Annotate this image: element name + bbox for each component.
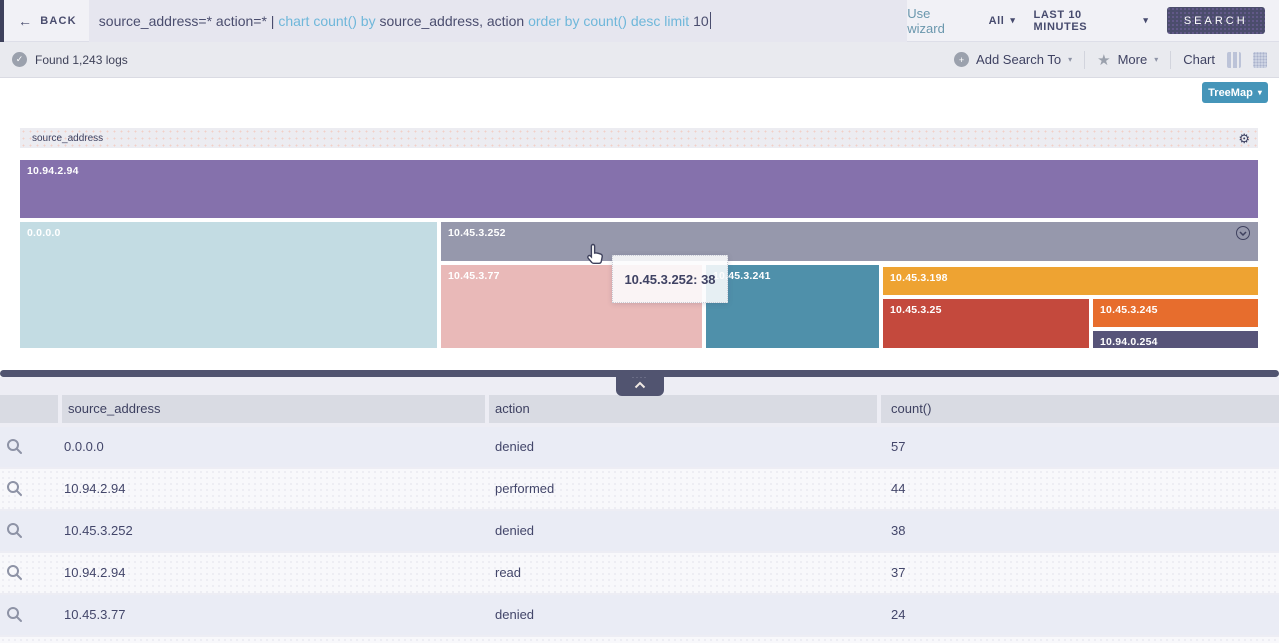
treemap-node-label: 10.94.0.254 [1100, 336, 1158, 348]
cell-source-address: 10.94.2.94 [58, 469, 485, 509]
search-query-input[interactable]: source_address=* action=* | chart count(… [89, 0, 907, 42]
more-label: More [1118, 52, 1148, 67]
table-row[interactable]: 10.45.3.252 denied 38 [0, 511, 1279, 551]
back-arrow-icon: ← [18, 13, 33, 29]
cell-count: 57 [881, 427, 1279, 467]
chart-type-dropdown[interactable]: TreeMap ▾ [1202, 82, 1268, 103]
chevron-down-icon: ▾ [1143, 15, 1148, 26]
cell-source-address: 10.45.3.77 [58, 595, 485, 635]
table-row[interactable]: 0.0.0.0 denied 57 [0, 427, 1279, 467]
partial-next-row [0, 637, 1279, 643]
cell-count: 38 [881, 511, 1279, 551]
add-search-to-dropdown[interactable]: + Add Search To ▾ [954, 52, 1072, 67]
magnifier-icon[interactable] [6, 480, 23, 502]
cell-action: performed [489, 469, 877, 509]
log-search-app: ← BACK source_address=* action=* | chart… [0, 0, 1279, 643]
treemap-node-label: 10.45.3.252 [448, 227, 506, 239]
cell-source-address: 10.45.3.252 [58, 511, 485, 551]
treemap-node-label: 10.94.2.94 [27, 165, 79, 177]
magnifier-icon[interactable] [6, 564, 23, 586]
search-controls: Use wizard All ▾ LAST 10 MINUTES ▾ SEARC… [907, 6, 1265, 36]
scope-label: All [989, 15, 1005, 27]
use-wizard-link[interactable]: Use wizard [907, 6, 970, 36]
treemap-node[interactable]: 10.94.0.254 [1093, 331, 1258, 348]
cell-action: denied [489, 427, 877, 467]
chevron-down-icon: ▾ [1154, 55, 1158, 64]
treemap-node[interactable]: 10.45.3.198 [883, 267, 1258, 295]
time-range-label: LAST 10 MINUTES [1034, 9, 1138, 33]
treemap-node[interactable]: 0.0.0.0 [20, 222, 437, 348]
cell-source-address: 0.0.0.0 [58, 427, 485, 467]
column-header-action: action [489, 395, 877, 423]
table-header: source_address action count() [0, 395, 1279, 423]
cell-action: read [489, 553, 877, 593]
plus-circle-icon: + [954, 52, 969, 67]
chart-panel: TreeMap ▾ source_address ⚙ 10.94.2.94 0.… [0, 78, 1279, 370]
treemap-chart: 10.94.2.94 0.0.0.0 10.45.3.252 10.45.3.7… [20, 160, 1258, 348]
search-button[interactable]: SEARCH [1167, 7, 1266, 34]
treemap-node-label: 10.45.3.77 [448, 270, 500, 282]
cell-action: denied [489, 595, 877, 635]
table-row[interactable]: 10.45.3.77 denied 24 [0, 595, 1279, 635]
result-actions: + Add Search To ▾ ★ More ▾ Chart [954, 51, 1267, 69]
treemap-node-label: 10.45.3.198 [890, 272, 948, 284]
treemap-node-label: 10.45.3.245 [1100, 304, 1158, 316]
back-button[interactable]: ← BACK [18, 13, 77, 29]
treemap-tooltip: 10.45.3.252: 38 [612, 255, 728, 303]
divider [1084, 51, 1085, 69]
treemap-icon[interactable] [1253, 52, 1267, 68]
chevron-up-icon [634, 381, 646, 389]
column-header-source-address: source_address [62, 395, 485, 423]
treemap-node[interactable]: 10.45.3.241 [706, 265, 879, 348]
treemap-node[interactable]: 10.45.3.25 [883, 299, 1089, 348]
tooltip-text: 10.45.3.252: 38 [624, 272, 715, 287]
magnifier-icon[interactable] [6, 438, 23, 460]
result-summary: ✓ Found 1,243 logs [12, 52, 128, 67]
treemap-node[interactable]: 10.45.3.252 [441, 222, 1258, 261]
magnifier-icon[interactable] [6, 606, 23, 628]
magnifier-icon[interactable] [6, 522, 23, 544]
chevron-down-icon: ▾ [1068, 55, 1072, 64]
chart-label: Chart [1183, 52, 1215, 67]
search-toolbar: ← BACK source_address=* action=* | chart… [0, 0, 1279, 42]
left-edge-accent [0, 0, 4, 42]
treemap-node-label: 10.45.3.25 [890, 304, 942, 316]
cell-count: 44 [881, 469, 1279, 509]
results-table: source_address action count() 0.0.0.0 de… [0, 377, 1279, 643]
chevron-down-icon: ▾ [1258, 88, 1262, 97]
scope-dropdown[interactable]: All ▾ [989, 15, 1016, 27]
text-caret [710, 12, 711, 29]
cell-source-address: 10.94.2.94 [58, 553, 485, 593]
cell-action: denied [489, 511, 877, 551]
treemap-group-header: source_address ⚙ [20, 128, 1258, 148]
table-row[interactable]: 10.94.2.94 read 37 [0, 553, 1279, 593]
chevron-down-icon: ▾ [1010, 15, 1015, 26]
gear-icon[interactable]: ⚙ [1238, 132, 1250, 145]
divider [1170, 51, 1171, 69]
star-icon: ★ [1097, 51, 1110, 69]
status-bar: ✓ Found 1,243 logs + Add Search To ▾ ★ M… [0, 42, 1279, 78]
check-circle-icon: ✓ [12, 52, 27, 67]
more-dropdown[interactable]: ★ More ▾ [1097, 51, 1158, 69]
group-header-label: source_address [32, 133, 103, 144]
cell-count: 37 [881, 553, 1279, 593]
table-row[interactable]: 10.94.2.94 performed 44 [0, 469, 1279, 509]
time-range-dropdown[interactable]: LAST 10 MINUTES ▾ [1034, 9, 1149, 33]
column-header-icon [0, 395, 58, 423]
cell-count: 24 [881, 595, 1279, 635]
add-search-to-label: Add Search To [976, 52, 1061, 67]
treemap-node[interactable]: 10.45.3.245 [1093, 299, 1258, 327]
result-summary-text: Found 1,243 logs [35, 53, 128, 67]
treemap-node-label: 0.0.0.0 [27, 227, 61, 239]
circle-chevron-icon[interactable] [1236, 226, 1250, 240]
collapse-table-handle[interactable]: ···· [616, 375, 664, 396]
column-header-count: count() [881, 395, 1279, 423]
chart-type-label: TreeMap [1208, 87, 1253, 99]
back-label: BACK [40, 15, 77, 27]
treemap-node[interactable]: 10.94.2.94 [20, 160, 1258, 218]
bar-chart-icon[interactable] [1227, 52, 1241, 68]
cursor-hand-icon [585, 243, 605, 265]
query-text: source_address=* action=* | chart count(… [99, 13, 709, 29]
